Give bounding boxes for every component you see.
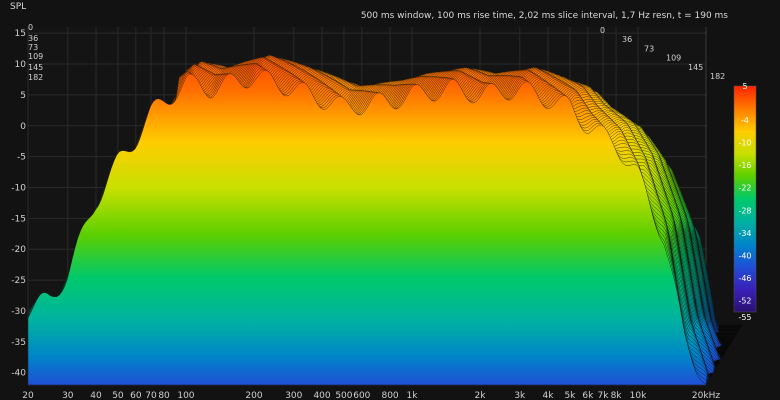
x-tick-label: 30 xyxy=(62,391,74,400)
y-tick-label: -20 xyxy=(11,245,26,255)
time-tick-left: 182 xyxy=(28,73,43,82)
y-tick-label: -30 xyxy=(11,307,26,317)
x-tick-label: 5k xyxy=(564,391,576,400)
y-tick-label: 10 xyxy=(15,60,27,70)
y-tick-label: -15 xyxy=(11,214,26,224)
time-tick-left: 145 xyxy=(28,63,43,72)
y-tick-label: -25 xyxy=(11,276,26,286)
y-tick-label: -35 xyxy=(11,338,26,348)
x-tick-label: 8k xyxy=(611,391,623,400)
y-axis-label: SPL xyxy=(10,2,27,12)
time-tick-right: 36 xyxy=(622,35,632,44)
x-tick-label: 4k xyxy=(543,391,555,400)
y-tick-label: -10 xyxy=(11,183,26,193)
x-tick-label: 40 xyxy=(90,391,102,400)
chart-info-text: 500 ms window, 100 ms rise time, 2,02 ms… xyxy=(360,11,728,21)
x-tick-label: 800 xyxy=(381,391,398,400)
y-tick-label: 15 xyxy=(15,29,26,39)
colorbar-tick-label: -28 xyxy=(738,206,751,215)
colorbar-tick-label: -34 xyxy=(738,229,751,238)
time-tick-right: 73 xyxy=(644,44,654,53)
colorbar-tick-label: -16 xyxy=(738,161,751,170)
waterfall-plot[interactable]: 20 30 40 50 60 70 80 100 200 300 400 500 600 800 1k 2k 3… xyxy=(0,0,780,400)
x-tick-label: 7k xyxy=(597,391,609,400)
time-tick-right: 182 xyxy=(710,72,725,81)
x-tick-label: 6k xyxy=(582,391,594,400)
colorbar-tick-label: -4 xyxy=(741,116,749,125)
waterfall-chart: 20 30 40 50 60 70 80 100 200 300 400 500 600 800 1k 2k 3… xyxy=(0,0,780,400)
x-tick-label: 60 xyxy=(130,391,142,400)
x-tick-label: 10k xyxy=(630,391,647,400)
y-tick-label: 5 xyxy=(20,91,26,101)
colorbar-tick-label: 5 xyxy=(742,82,747,91)
y-tick-label: 0 xyxy=(20,122,26,132)
x-tick-label: 20 xyxy=(22,391,34,400)
x-tick-label: 400 xyxy=(313,391,330,400)
x-tick-label: 3k xyxy=(514,391,526,400)
colorbar-tick-label: -22 xyxy=(738,184,751,193)
time-tick-left: 0 xyxy=(28,23,33,32)
x-tick-label: 200 xyxy=(245,391,262,400)
colorbar-tick-label: -46 xyxy=(738,274,751,283)
time-tick-right: 0 xyxy=(600,26,605,35)
colorbar-tick-label: -52 xyxy=(738,297,751,306)
time-tick-right: 109 xyxy=(666,54,681,63)
colorbar-tick-label: -55 xyxy=(738,313,751,322)
time-tick-left: 109 xyxy=(28,52,43,61)
time-tick-left: 36 xyxy=(28,34,38,43)
y-tick-label: -40 xyxy=(11,369,26,379)
x-tick-label: 50 xyxy=(112,391,124,400)
y-tick-label: -5 xyxy=(17,153,26,163)
x-tick-label: 300 xyxy=(285,391,302,400)
x-tick-label: 20kHz xyxy=(692,391,720,400)
x-tick-label: 80 xyxy=(158,391,170,400)
colorbar: 5 -4 -10 -16 -22 -28 -34 -40 -46 -52 -55 xyxy=(733,82,757,322)
colorbar-tick-label: -10 xyxy=(738,139,751,148)
colorbar-tick-label: -40 xyxy=(738,252,751,261)
time-tick-left: 73 xyxy=(28,43,38,52)
time-tick-right: 145 xyxy=(688,63,703,72)
x-tick-label: 500 xyxy=(335,391,352,400)
x-tick-label: 1k xyxy=(406,391,418,400)
x-tick-label: 2k xyxy=(475,391,487,400)
x-tick-label: 70 xyxy=(145,391,157,400)
x-tick-label: 100 xyxy=(177,391,194,400)
x-tick-label: 600 xyxy=(353,391,370,400)
